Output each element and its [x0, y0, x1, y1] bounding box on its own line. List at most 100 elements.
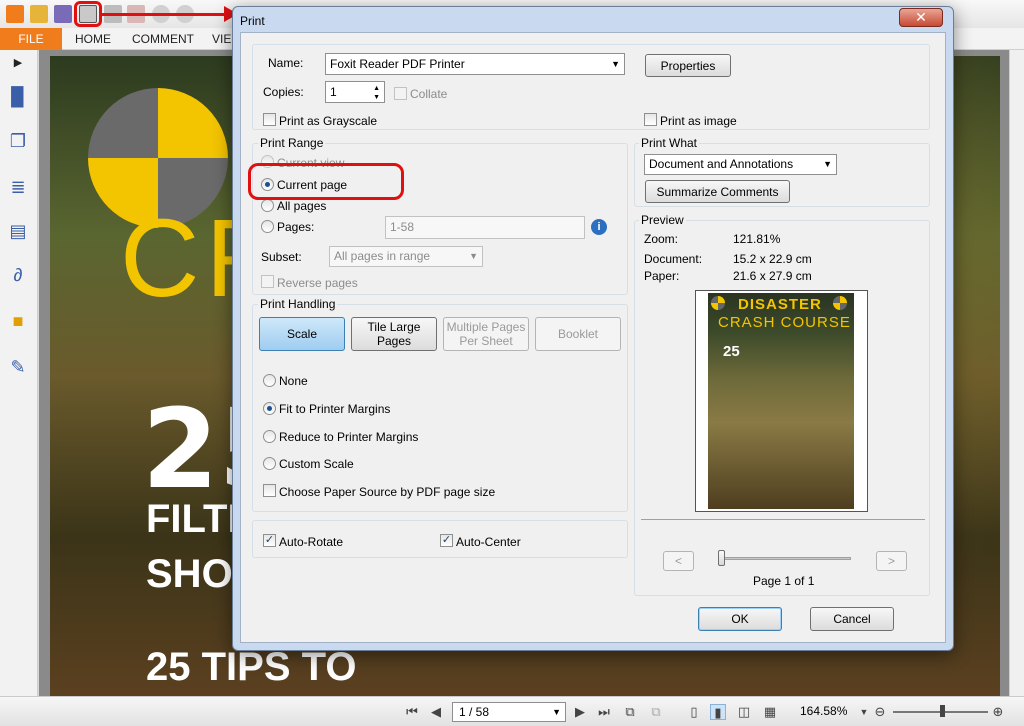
scale-none-label: None — [279, 374, 308, 388]
single-page-icon[interactable]: ▯ — [686, 704, 702, 720]
fit-to-margins-label: Fit to Printer Margins — [279, 402, 391, 416]
copies-label: Copies: — [263, 85, 304, 99]
zoom-out-icon[interactable]: ⊖ — [872, 704, 888, 720]
open-folder-icon[interactable] — [30, 5, 48, 23]
annotation-arrow — [102, 13, 230, 16]
foxit-logo-icon — [6, 5, 24, 23]
fit-to-margins-radio[interactable] — [263, 402, 276, 415]
document-size-value: 15.2 x 22.9 cm — [733, 252, 812, 266]
subset-select[interactable]: All pages in range ▼ — [329, 246, 483, 267]
auto-center-checkbox[interactable]: ✓ — [440, 534, 453, 547]
continuous-page-icon[interactable]: ▮ — [710, 704, 726, 720]
reduce-to-margins-label: Reduce to Printer Margins — [279, 430, 419, 444]
tab-file[interactable]: FILE — [0, 28, 62, 50]
thumbnail-subtitle: CRASH COURSE — [718, 314, 851, 331]
summarize-comments-button[interactable]: Summarize Comments — [645, 180, 790, 203]
pages-radio[interactable] — [261, 220, 274, 233]
first-page-icon[interactable]: ⏮ — [404, 704, 420, 720]
continuous-facing-icon[interactable]: ▦ — [762, 704, 778, 720]
thumbnail-text: 25 — [723, 343, 740, 360]
booklet-button[interactable]: Booklet — [535, 317, 621, 351]
preview-prev-button[interactable]: < — [663, 551, 694, 571]
close-button[interactable]: ✕ — [899, 8, 943, 27]
zoom-slider-thumb[interactable] — [940, 705, 945, 717]
copies-stepper[interactable]: 1 ▲ ▼ — [325, 81, 385, 103]
close-icon: ✕ — [915, 9, 927, 25]
chevron-down-icon: ▼ — [611, 59, 620, 69]
page-number-value: 1 / 58 — [459, 705, 490, 719]
preview-page-slider[interactable] — [721, 557, 851, 560]
pages-label: Pages: — [277, 220, 315, 234]
tile-label-line2: Pages — [376, 334, 412, 348]
tile-large-pages-button[interactable]: Tile Large Pages — [351, 317, 437, 351]
reverse-pages-checkbox[interactable] — [261, 275, 274, 288]
bookmark-icon[interactable]: ▉ — [7, 86, 29, 108]
facing-page-icon[interactable]: ◫ — [736, 704, 752, 720]
chevron-down-icon: ▼ — [552, 707, 561, 717]
auto-rotate-label: Auto-Rotate — [279, 535, 344, 549]
print-what-select[interactable]: Document and Annotations ▼ — [644, 154, 837, 175]
thumbnail-logo-icon — [833, 296, 847, 310]
print-handling-title: Print Handling — [258, 297, 338, 311]
pages-input[interactable]: 1-58 — [385, 216, 585, 239]
pages-icon[interactable]: ❐ — [7, 130, 29, 152]
print-range-title: Print Range — [258, 136, 326, 150]
preview-page-label: Page 1 of 1 — [753, 574, 815, 588]
collate-label: Collate — [410, 87, 448, 101]
collate-checkbox[interactable] — [394, 87, 407, 100]
info-icon[interactable]: i — [591, 219, 607, 235]
ok-button[interactable]: OK — [698, 607, 782, 631]
previous-page-icon[interactable]: ◀ — [428, 704, 444, 720]
properties-button[interactable]: Properties — [645, 54, 731, 77]
tab-view[interactable]: VIE — [212, 28, 231, 50]
tab-home[interactable]: HOME — [75, 28, 111, 50]
scale-none-radio[interactable] — [263, 374, 276, 387]
copies-value: 1 — [330, 85, 337, 99]
signature-icon[interactable]: ✎ — [7, 356, 29, 378]
tab-comment[interactable]: COMMENT — [132, 28, 194, 50]
zoom-in-icon[interactable]: ⊕ — [990, 704, 1006, 720]
chevron-down-icon: ▼ — [469, 251, 478, 261]
vertical-scrollbar[interactable] — [1009, 50, 1024, 696]
custom-scale-radio[interactable] — [263, 457, 276, 470]
comments-icon[interactable]: ▤ — [7, 220, 29, 242]
annotation-current-page-highlight — [248, 163, 404, 200]
attachment-icon[interactable]: ∂ — [7, 264, 29, 286]
scale-button[interactable]: Scale — [259, 317, 345, 351]
last-page-icon[interactable]: ⏭ — [596, 704, 612, 720]
preview-slider-thumb[interactable] — [718, 550, 725, 566]
page-number-select[interactable]: 1 / 58 ▼ — [452, 702, 566, 722]
printer-name-value: Foxit Reader PDF Printer — [330, 57, 465, 71]
subset-label: Subset: — [261, 250, 302, 264]
chevron-down-icon: ▼ — [823, 159, 832, 169]
paper-source-checkbox[interactable] — [263, 484, 276, 497]
zoom-dropdown-icon[interactable]: ▼ — [856, 704, 872, 720]
zoom-value: 121.81% — [733, 232, 781, 246]
auto-rotate-checkbox[interactable]: ✓ — [263, 534, 276, 547]
auto-center-label: Auto-Center — [456, 535, 521, 549]
zoom-level[interactable]: 164.58% — [800, 704, 847, 718]
print-as-image-checkbox[interactable] — [644, 113, 657, 126]
lock-icon[interactable]: ■ — [7, 310, 29, 332]
cancel-button[interactable]: Cancel — [810, 607, 894, 631]
panel-expand-icon[interactable]: ▶ — [7, 52, 29, 74]
paper-size-label: Paper: — [644, 269, 680, 283]
preview-next-button[interactable]: > — [876, 551, 907, 571]
layers-icon[interactable]: ≣ — [7, 176, 29, 198]
multiple-pages-button[interactable]: Multiple Pages Per Sheet — [443, 317, 529, 351]
next-page-icon[interactable]: ▶ — [572, 704, 588, 720]
grayscale-checkbox[interactable] — [263, 113, 276, 126]
reduce-to-margins-radio[interactable] — [263, 430, 276, 443]
previous-view-icon[interactable]: ⧉ — [622, 704, 638, 720]
save-icon[interactable] — [54, 5, 72, 23]
printer-name-select[interactable]: Foxit Reader PDF Printer ▼ — [325, 53, 625, 75]
paper-size-value: 21.6 x 27.9 cm — [733, 269, 812, 283]
all-pages-radio[interactable] — [261, 199, 274, 212]
preview-title: Preview — [639, 213, 686, 227]
next-view-icon[interactable]: ⧉ — [648, 704, 664, 720]
zoom-label: Zoom: — [644, 232, 679, 246]
printer-name-label: Name: — [268, 56, 304, 70]
dialog-title: Print — [240, 14, 265, 28]
stepper-arrows-icon[interactable]: ▲ ▼ — [373, 84, 380, 102]
pages-input-value: 1-58 — [390, 220, 415, 234]
